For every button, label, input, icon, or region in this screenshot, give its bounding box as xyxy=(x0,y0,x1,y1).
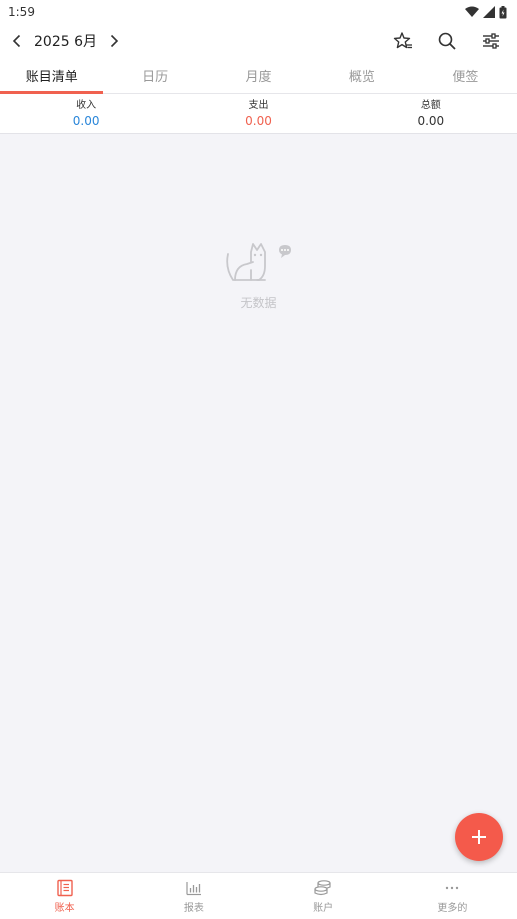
nav-ledger[interactable]: 账本 xyxy=(0,873,129,919)
nav-accounts[interactable]: 账户 xyxy=(259,873,388,919)
battery-icon xyxy=(499,5,507,18)
app-bar: 2025 6月 xyxy=(0,24,517,58)
app-actions xyxy=(385,26,509,56)
summary-income: 收入 0.00 xyxy=(0,94,172,133)
favorites-button[interactable] xyxy=(385,26,421,56)
empty-text: 无数据 xyxy=(240,296,277,310)
tab-monthly[interactable]: 月度 xyxy=(207,58,310,93)
nav-more[interactable]: 更多的 xyxy=(388,873,517,919)
nav-reports[interactable]: 报表 xyxy=(129,873,258,919)
status-time: 1:59 xyxy=(8,5,35,19)
status-bar: 1:59 xyxy=(0,0,517,24)
signal-icon xyxy=(483,6,495,18)
filter-button[interactable] xyxy=(473,26,509,56)
nav-more-label: 更多的 xyxy=(437,902,468,914)
previous-month-button[interactable] xyxy=(2,26,32,56)
chevron-right-icon xyxy=(110,34,119,48)
search-button[interactable] xyxy=(429,26,465,56)
empty-state: 无数据 xyxy=(0,240,517,311)
star-list-icon xyxy=(393,32,412,49)
nav-accounts-label: 账户 xyxy=(313,902,334,914)
summary-expense: 支出 0.00 xyxy=(172,94,344,133)
income-value: 0.00 xyxy=(72,113,100,128)
summary-bar: 收入 0.00 支出 0.00 总额 0.00 xyxy=(0,94,517,134)
coins-icon xyxy=(314,879,331,895)
tab-notes[interactable]: 便签 xyxy=(414,58,517,93)
total-label: 总额 xyxy=(420,99,441,111)
summary-total: 总额 0.00 xyxy=(345,94,517,133)
expense-value: 0.00 xyxy=(245,113,272,128)
search-icon xyxy=(438,32,456,50)
chart-icon xyxy=(186,881,201,895)
plus-icon xyxy=(472,830,486,844)
nav-ledger-label: 账本 xyxy=(54,902,75,914)
more-icon xyxy=(446,886,459,889)
nav-reports-label: 报表 xyxy=(183,902,204,914)
bottom-nav: 账本 报表 账户 更多的 xyxy=(0,872,517,919)
sliders-icon xyxy=(483,33,499,49)
next-month-button[interactable] xyxy=(99,26,129,56)
income-label: 收入 xyxy=(76,99,97,111)
ledger-icon xyxy=(56,879,73,896)
total-value: 0.00 xyxy=(417,113,445,128)
tab-calendar[interactable]: 日历 xyxy=(103,58,206,93)
add-entry-button[interactable] xyxy=(455,813,503,861)
chevron-left-icon xyxy=(12,34,21,48)
tab-overview[interactable]: 概览 xyxy=(310,58,413,93)
tab-ledger-list[interactable]: 账目清单 xyxy=(0,58,104,94)
cat-icon xyxy=(225,243,291,281)
expense-label: 支出 xyxy=(248,99,269,111)
wifi-icon xyxy=(465,6,479,17)
current-month[interactable]: 2025 6月 xyxy=(34,31,97,51)
status-icons xyxy=(465,5,507,19)
tab-bar: 账目清单 日历 月度 概览 便签 xyxy=(0,58,517,94)
